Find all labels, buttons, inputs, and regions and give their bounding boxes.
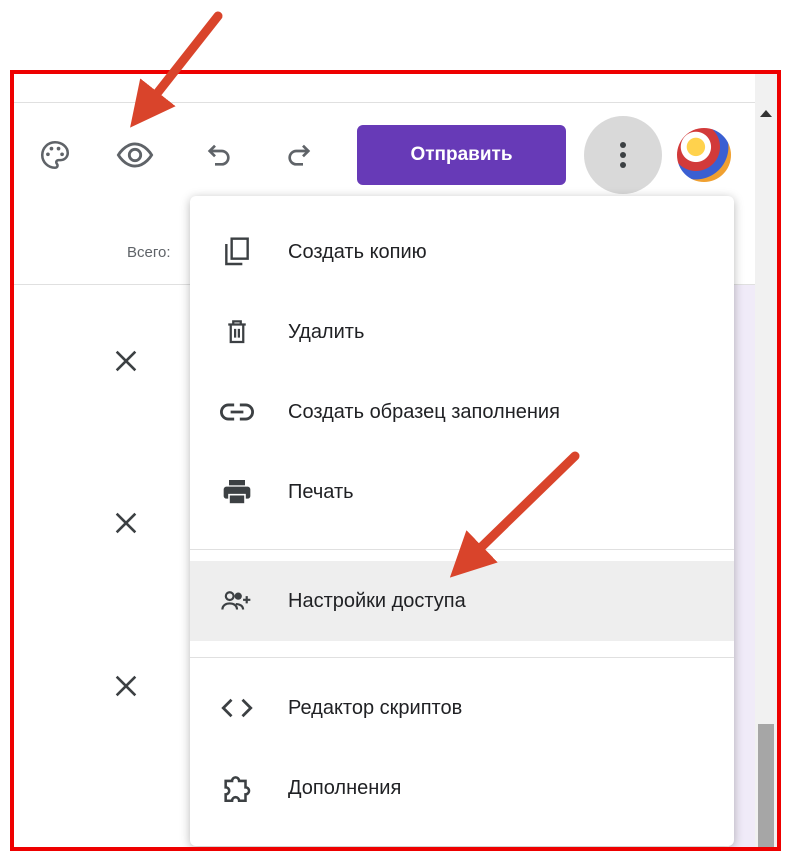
menu-divider bbox=[190, 657, 734, 658]
menu-item-label: Удалить bbox=[288, 320, 365, 343]
print-icon bbox=[220, 475, 254, 509]
puzzle-icon bbox=[220, 771, 254, 805]
menu-item-label: Редактор скриптов bbox=[288, 696, 463, 719]
more-options-menu: Создать копию Удалить Создать образец за… bbox=[190, 196, 734, 846]
menu-item-make-copy[interactable]: Создать копию bbox=[190, 212, 734, 292]
menu-item-print[interactable]: Печать bbox=[190, 452, 734, 532]
send-button[interactable]: Отправить bbox=[357, 125, 566, 185]
menu-item-addons[interactable]: Дополнения bbox=[190, 748, 734, 828]
menu-divider bbox=[190, 549, 734, 550]
avatar[interactable] bbox=[677, 128, 731, 182]
palette-icon[interactable] bbox=[35, 135, 75, 175]
close-icon[interactable] bbox=[112, 509, 140, 537]
menu-item-label: Печать bbox=[288, 480, 354, 503]
more-options-button[interactable] bbox=[584, 116, 662, 194]
link-icon bbox=[220, 395, 254, 429]
menu-item-sharing-settings[interactable]: Настройки доступа bbox=[190, 561, 734, 641]
menu-item-label: Создать образец заполнения bbox=[288, 400, 560, 423]
scroll-up-icon[interactable] bbox=[760, 110, 772, 117]
screenshot-frame: Отправить Всего: Создать копию Удалить С… bbox=[10, 70, 781, 851]
menu-item-label: Настройки доступа bbox=[288, 589, 466, 612]
total-label: Всего: bbox=[127, 244, 171, 261]
menu-item-prefilled-link[interactable]: Создать образец заполнения bbox=[190, 372, 734, 452]
menu-item-label: Дополнения bbox=[288, 776, 402, 799]
menu-item-label: Создать копию bbox=[288, 240, 427, 263]
add-people-icon bbox=[220, 584, 254, 618]
menu-item-script-editor[interactable]: Редактор скриптов bbox=[190, 668, 734, 748]
close-icon[interactable] bbox=[112, 347, 140, 375]
scrollbar[interactable] bbox=[755, 74, 777, 847]
close-icon[interactable] bbox=[112, 672, 140, 700]
more-vert-icon bbox=[620, 142, 626, 168]
eye-icon[interactable] bbox=[115, 135, 155, 175]
undo-icon[interactable] bbox=[199, 135, 239, 175]
redo-icon[interactable] bbox=[279, 135, 319, 175]
trash-icon bbox=[220, 315, 254, 349]
copy-icon bbox=[220, 235, 254, 269]
scroll-thumb[interactable] bbox=[758, 724, 774, 847]
menu-item-delete[interactable]: Удалить bbox=[190, 292, 734, 372]
code-icon bbox=[220, 691, 254, 725]
top-divider bbox=[14, 102, 777, 103]
